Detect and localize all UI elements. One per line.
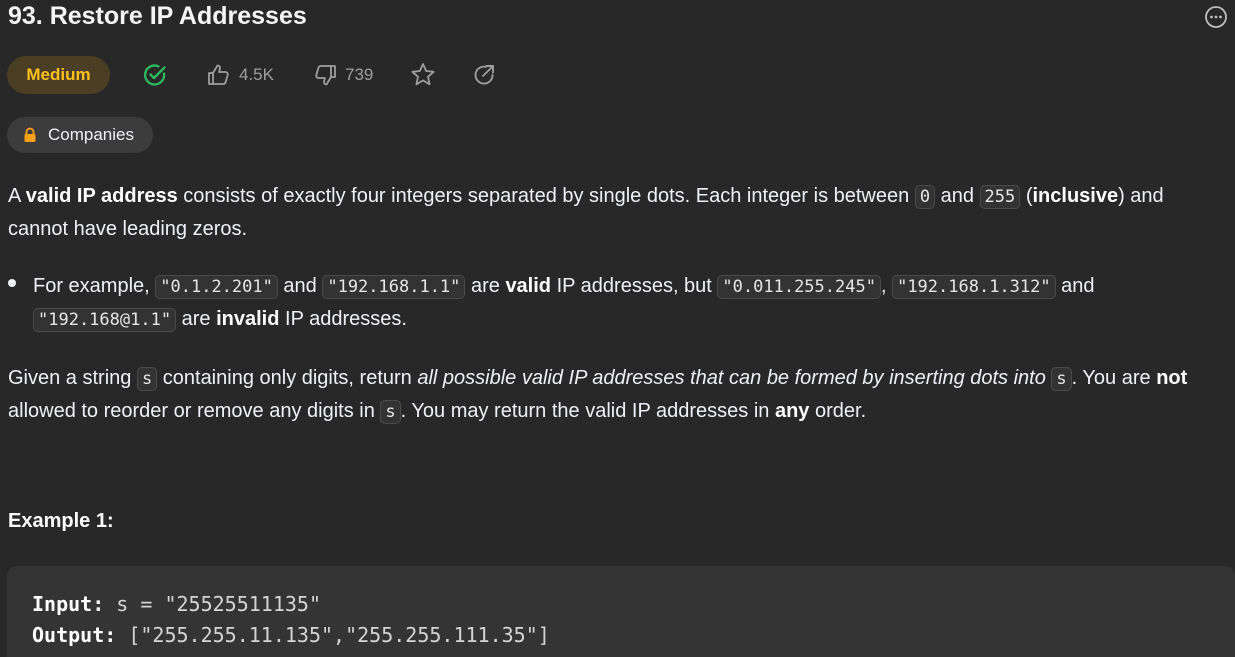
text: and [277, 275, 323, 297]
example-code-block: Input: s = "25525511135" Output: ["255.2… [7, 566, 1235, 657]
text: are [176, 308, 217, 330]
inline-code: 255 [979, 185, 1021, 209]
text: IP addresses. [279, 308, 407, 330]
bold-text: not [1156, 367, 1188, 389]
bold-text: valid [505, 275, 552, 297]
description-paragraph-1: A valid IP address consists of exactly f… [8, 180, 1225, 245]
input-label: Input: [32, 592, 105, 616]
text: containing only digits, return [157, 367, 418, 389]
bold-text: valid IP address [25, 185, 178, 207]
example-input-line: Input: s = "25525511135" [32, 592, 321, 616]
example-heading: Example 1: [8, 510, 114, 532]
text: . You may return the valid IP addresses … [400, 400, 775, 422]
difficulty-badge: Medium [7, 56, 110, 94]
text: are [465, 275, 506, 297]
dislike-count: 739 [344, 65, 374, 84]
inline-code: "192.168@1.1" [33, 308, 177, 332]
dislike-button[interactable]: 739 [312, 56, 373, 94]
thumbs-up-icon [208, 64, 229, 85]
more-options-icon[interactable] [1204, 5, 1228, 29]
description-bullet-item: For example, "0.1.2.201" and "192.168.1.… [33, 270, 1225, 336]
description-paragraph-2: Given a string s containing only digits,… [8, 362, 1225, 428]
inline-code: 0 [914, 185, 936, 209]
bold-text: any [774, 400, 810, 422]
problem-meta-row: Medium 4.5K 739 [7, 56, 497, 94]
solved-check-icon [144, 64, 166, 86]
text: and [935, 185, 980, 207]
like-count: 4.5K [239, 65, 274, 84]
bullet-marker [8, 279, 16, 287]
text: For example, [33, 275, 156, 297]
inline-code: s [1051, 367, 1072, 391]
output-value: ["255.255.11.135","255.255.111.35"] [116, 623, 550, 647]
companies-tag-button[interactable]: Companies [7, 117, 153, 153]
text: consists of exactly four integers separa… [177, 185, 915, 207]
problem-title[interactable]: 93. Restore IP Addresses [8, 2, 307, 31]
lock-icon [24, 127, 36, 142]
like-button[interactable]: 4.5K [206, 56, 274, 94]
problem-description-panel: 93. Restore IP Addresses Medium 4.5K 739 [0, 0, 1235, 657]
text: ( [1020, 185, 1033, 207]
thumbs-down-icon [315, 65, 336, 86]
text: , [880, 275, 893, 297]
share-icon[interactable] [471, 62, 497, 88]
inline-code: s [380, 400, 401, 424]
text: . You are [1071, 367, 1157, 389]
input-value: s = "25525511135" [104, 592, 321, 616]
text: and [1055, 275, 1095, 297]
text: IP addresses, but [551, 275, 718, 297]
inline-code: "0.1.2.201" [155, 275, 278, 299]
text: Given a string [8, 367, 137, 389]
text: order. [809, 400, 867, 422]
companies-label: Companies [48, 125, 134, 144]
inline-code: "192.168.1.312" [892, 275, 1056, 299]
italic-text: all possible valid IP addresses that can… [417, 367, 1046, 389]
star-icon[interactable] [409, 61, 437, 89]
output-label: Output: [32, 623, 117, 647]
inline-code: "192.168.1.1" [322, 275, 466, 299]
inline-code: "0.011.255.245" [717, 275, 881, 299]
inline-code: s [136, 367, 158, 391]
text: A [8, 185, 26, 207]
bold-text: inclusive [1032, 185, 1119, 207]
bold-text: invalid [216, 308, 280, 330]
example-output-line: Output: ["255.255.11.135","255.255.111.3… [32, 623, 550, 647]
text: allowed to reorder or remove any digits … [8, 400, 381, 422]
